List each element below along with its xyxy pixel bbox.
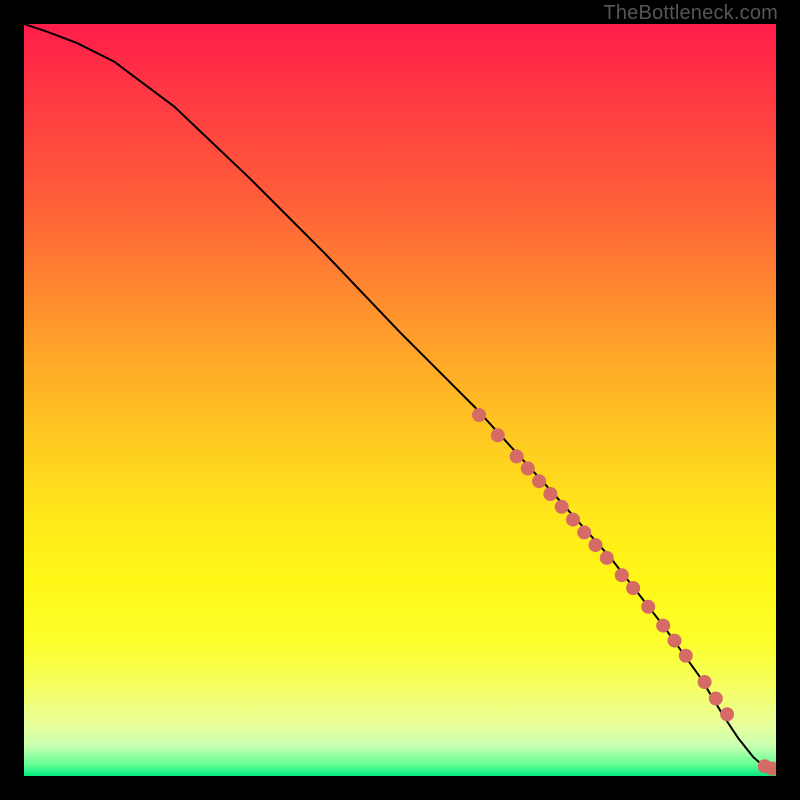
sample-dot <box>472 408 486 422</box>
sample-dot <box>679 649 693 663</box>
plot-area <box>24 24 776 776</box>
sample-dot <box>555 500 569 514</box>
sample-dot <box>600 551 614 565</box>
sample-dot <box>543 487 557 501</box>
sample-dot <box>656 619 670 633</box>
sample-dot <box>626 581 640 595</box>
sample-dot <box>615 568 629 582</box>
sample-dot <box>532 474 546 488</box>
bottleneck-curve-path <box>24 24 776 769</box>
sample-dot <box>698 675 712 689</box>
sample-dots-group <box>472 408 776 776</box>
chart-overlay-svg <box>24 24 776 776</box>
sample-dot <box>577 525 591 539</box>
sample-dot <box>668 634 682 648</box>
sample-dot <box>566 513 580 527</box>
sample-dot <box>641 600 655 614</box>
sample-dot <box>720 707 734 721</box>
sample-dot <box>709 692 723 706</box>
sample-dot <box>510 449 524 463</box>
attribution-label: TheBottleneck.com <box>603 2 778 25</box>
sample-dot <box>589 538 603 552</box>
sample-dot <box>491 428 505 442</box>
sample-dot <box>521 461 535 475</box>
chart-stage: TheBottleneck.com <box>0 0 800 800</box>
